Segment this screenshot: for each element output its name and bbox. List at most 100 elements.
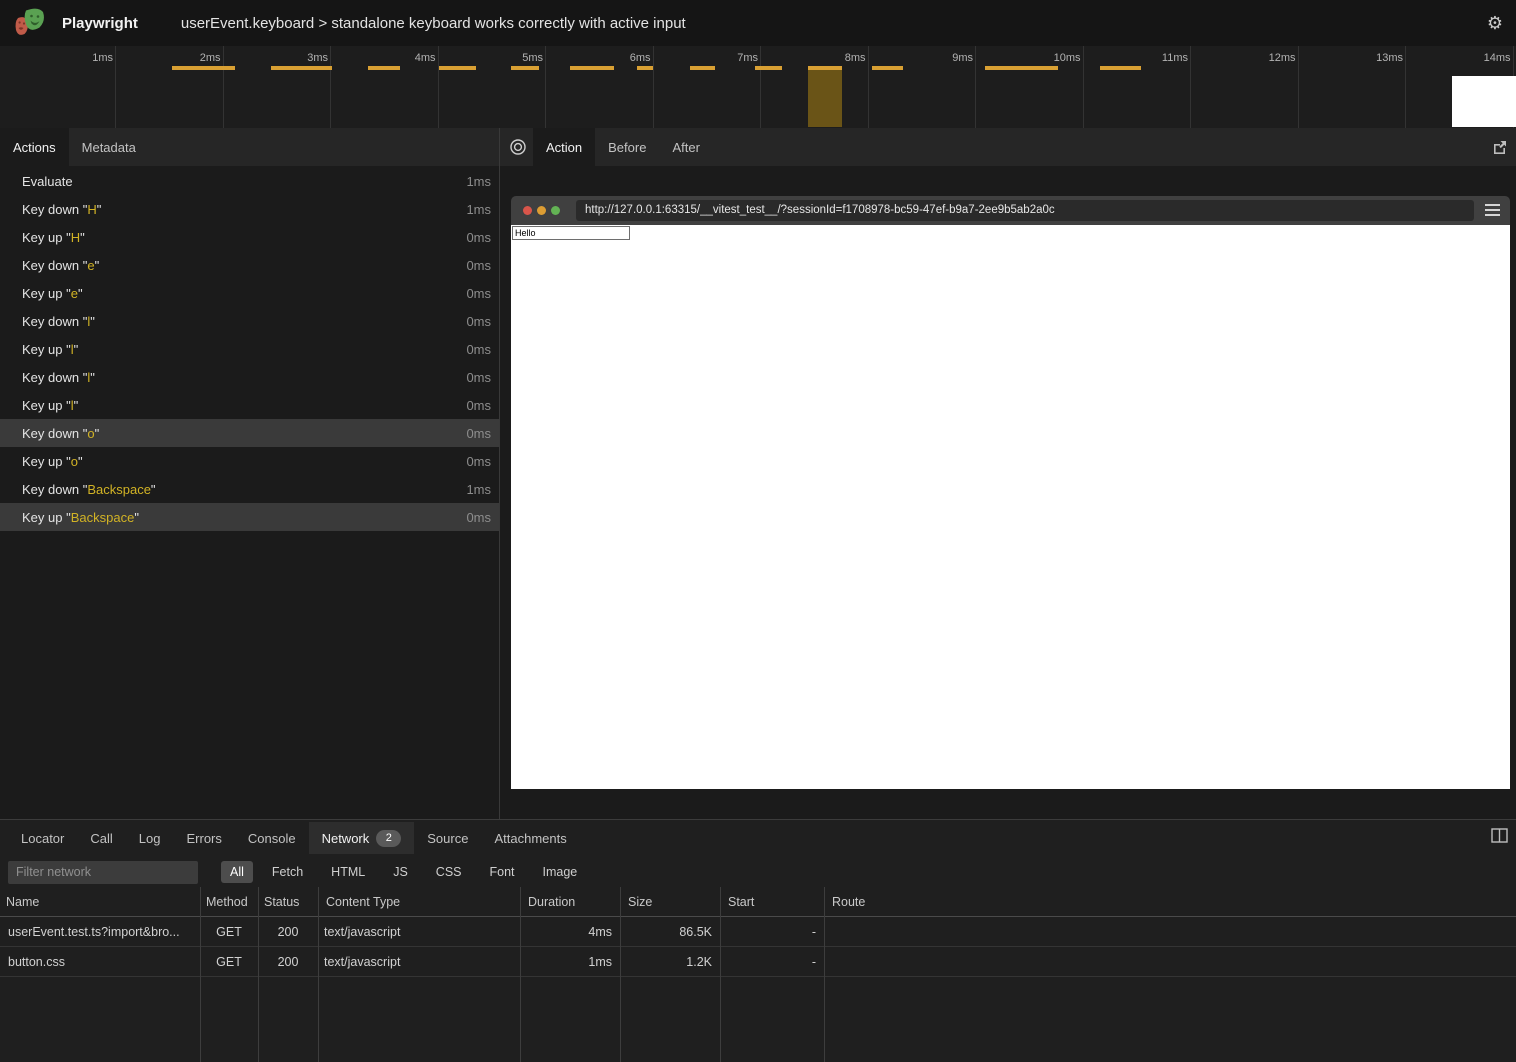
action-title: Key up "l": [22, 342, 466, 357]
network-request-row[interactable]: button.css GET 200 text/javascript 1ms 1…: [0, 947, 1516, 977]
timeline-action-mark: [570, 66, 614, 70]
timeline-tick-label: 2ms: [200, 52, 221, 64]
action-row[interactable]: Key up "o" 0ms: [0, 447, 499, 475]
network-type-filter[interactable]: All: [221, 861, 253, 883]
timeline-gridline: 3ms: [330, 46, 331, 128]
request-start: -: [720, 955, 824, 969]
network-type-filter[interactable]: Font: [481, 861, 524, 883]
main-area: ActionsMetadata Evaluate "" 1ms Key down…: [0, 128, 1516, 819]
split-columns-icon[interactable]: [1491, 828, 1509, 844]
page-text-input[interactable]: [512, 226, 630, 240]
timeline-action-mark: [690, 66, 715, 70]
action-row[interactable]: Key down "H" 1ms: [0, 195, 499, 223]
network-table: NameMethodStatusContent TypeDurationSize…: [0, 887, 1516, 1062]
timeline-action-mark: [985, 66, 1058, 70]
bottom-panel-tab[interactable]: Locator: [8, 822, 77, 854]
action-row[interactable]: Key down "l" 0ms: [0, 363, 499, 391]
actions-panel: ActionsMetadata Evaluate "" 1ms Key down…: [0, 128, 499, 819]
bottom-panel-tab[interactable]: Console: [235, 822, 309, 854]
network-column-header: Duration: [520, 895, 620, 909]
timeline-action-mark: [511, 66, 539, 70]
timeline-screenshot-thumbnail[interactable]: [1452, 76, 1516, 127]
column-divider: [824, 887, 825, 1062]
timeline-tick-label: 7ms: [737, 52, 758, 64]
snapshot-tabstrip: ActionBeforeAfter: [500, 128, 1516, 166]
action-key: o: [87, 426, 94, 441]
timeline-gridline: 13ms: [1405, 46, 1406, 128]
timeline-selection-band: [808, 70, 842, 127]
playwright-logo-icon: [11, 7, 47, 39]
snapshot-tab[interactable]: After: [659, 128, 712, 166]
network-type-filter[interactable]: HTML: [322, 861, 374, 883]
actions-panel-tab[interactable]: Metadata: [69, 128, 149, 166]
action-row[interactable]: Evaluate "" 1ms: [0, 167, 499, 195]
request-duration: 1ms: [520, 955, 620, 969]
gear-icon[interactable]: ⚙: [1484, 12, 1506, 34]
action-row[interactable]: Key up "Backspace" 0ms: [0, 503, 499, 531]
network-filter-input[interactable]: [8, 861, 198, 884]
request-content-type: text/javascript: [318, 955, 520, 969]
column-divider: [520, 887, 521, 1062]
action-key: l: [87, 370, 90, 385]
action-row[interactable]: Key down "l" 0ms: [0, 307, 499, 335]
bottom-panel-tab[interactable]: Log: [126, 822, 174, 854]
timeline-tick-label: 5ms: [522, 52, 543, 64]
column-divider: [258, 887, 259, 1062]
external-link-icon[interactable]: [1491, 138, 1509, 156]
action-row[interactable]: Key down "e" 0ms: [0, 251, 499, 279]
action-duration: 0ms: [466, 286, 491, 301]
action-duration: 0ms: [466, 454, 491, 469]
timeline-tick-label: 3ms: [307, 52, 328, 64]
timeline-tick-label: 4ms: [415, 52, 436, 64]
network-type-filter[interactable]: CSS: [427, 861, 471, 883]
action-key: o: [71, 454, 78, 469]
bottom-panel-tab[interactable]: Network2: [309, 822, 415, 854]
action-duration: 0ms: [466, 510, 491, 525]
bottom-panel-tab[interactable]: Call: [77, 822, 125, 854]
action-duration: 0ms: [466, 314, 491, 329]
action-title: Key down "l": [22, 314, 466, 329]
bottom-panel-tab[interactable]: Errors: [173, 822, 234, 854]
network-type-filter[interactable]: Fetch: [263, 861, 312, 883]
timeline-tick-label: 1ms: [92, 52, 113, 64]
column-divider: [720, 887, 721, 1062]
traffic-light-yellow-icon: [537, 206, 546, 215]
action-list: Evaluate "" 1ms Key down "H" 1ms Key up …: [0, 167, 499, 819]
network-type-filter[interactable]: JS: [384, 861, 417, 883]
bottom-panel-tab[interactable]: Attachments: [481, 822, 579, 854]
network-column-header: Content Type: [318, 895, 520, 909]
snapshot-tab[interactable]: Action: [533, 128, 595, 166]
network-request-row[interactable]: userEvent.test.ts?import&bro... GET 200 …: [0, 917, 1516, 947]
request-method: GET: [200, 955, 258, 969]
action-row[interactable]: Key up "l" 0ms: [0, 391, 499, 419]
action-title: Key down "e": [22, 258, 466, 273]
actions-panel-tab[interactable]: Actions: [0, 128, 69, 166]
timeline-gridline: 1ms: [115, 46, 116, 128]
action-row[interactable]: Key down "Backspace" 1ms: [0, 475, 499, 503]
action-title: Key down "H": [22, 202, 466, 217]
network-column-header: Status: [258, 895, 318, 909]
timeline-action-mark: [872, 66, 903, 70]
network-column-header: Start: [720, 895, 824, 909]
action-title: Key down "Backspace": [22, 482, 466, 497]
browser-chrome: http://127.0.0.1:63315/__vitest_test__/?…: [511, 196, 1510, 225]
pick-locator-button[interactable]: [509, 128, 527, 166]
action-key: l: [71, 398, 74, 413]
action-key: l: [87, 314, 90, 329]
action-row[interactable]: Key up "e" 0ms: [0, 279, 499, 307]
bottom-panel-tab[interactable]: Source: [414, 822, 481, 854]
traffic-light-green-icon: [551, 206, 560, 215]
snapshot-tab[interactable]: Before: [595, 128, 659, 166]
timeline-scrubber[interactable]: 1ms 2ms 3ms 4ms 5ms 6ms 7ms 8ms 9ms: [0, 46, 1516, 129]
actions-tabstrip: ActionsMetadata: [0, 128, 499, 166]
action-row[interactable]: Key down "o" 0ms: [0, 419, 499, 447]
snapshot-content: http://127.0.0.1:63315/__vitest_test__/?…: [500, 166, 1516, 819]
request-name: userEvent.test.ts?import&bro...: [0, 925, 200, 939]
action-row[interactable]: Key up "H" 0ms: [0, 223, 499, 251]
action-row[interactable]: Key up "l" 0ms: [0, 335, 499, 363]
action-duration: 1ms: [466, 202, 491, 217]
app-title: Playwright: [62, 15, 138, 32]
action-duration: 0ms: [466, 258, 491, 273]
traffic-light-red-icon: [523, 206, 532, 215]
network-type-filter[interactable]: Image: [534, 861, 587, 883]
